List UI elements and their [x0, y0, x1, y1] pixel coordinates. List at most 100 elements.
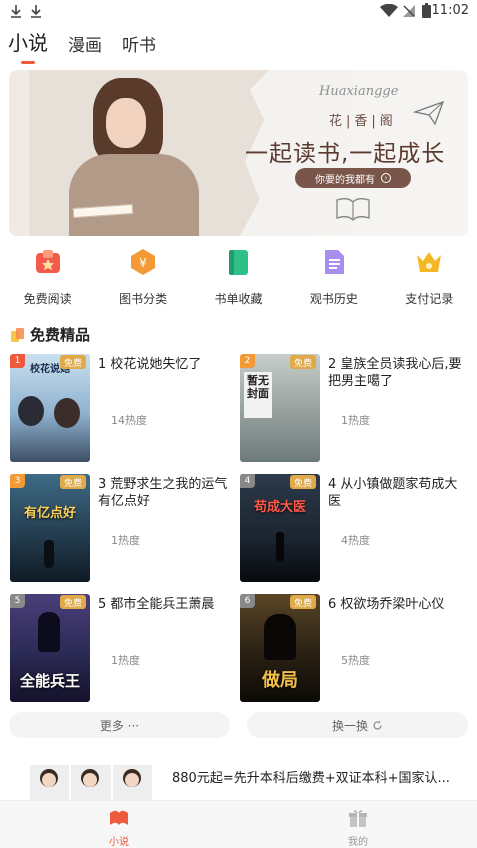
shortcut-history[interactable]: 观书历史	[289, 246, 379, 310]
rank-badge: 6	[240, 594, 255, 608]
category-icon: ¥	[127, 246, 159, 278]
nav-novel[interactable]: 小说	[79, 807, 159, 848]
cover-figure	[44, 540, 54, 568]
book-card[interactable]: 苟成大医 4 免费 4 从小镇做题家苟成大医 4热度	[240, 474, 465, 582]
ad-banner[interactable]: 880元起=先升本科后缴费+双证本科+国家认...	[0, 755, 477, 805]
shortcut-label: 书单收藏	[214, 292, 263, 306]
tab-comic[interactable]: 漫画	[68, 31, 102, 60]
ad-image	[112, 765, 152, 805]
banner-cta-label: 你要的我都有	[315, 174, 375, 186]
cover-title: 苟成大医	[253, 500, 306, 515]
status-bar: 11:02	[0, 0, 477, 24]
ad-image	[30, 765, 70, 805]
promo-banner[interactable]: Huaxiangge 花|香|阁 一起读书,一起成长 你要的我都有 ›	[9, 70, 468, 236]
section-title: 免费精品	[30, 326, 91, 344]
book-heat: 1热度	[111, 654, 140, 667]
cover-title: 有亿点好	[23, 506, 76, 521]
rank-badge: 2	[240, 354, 255, 368]
book-cover: 暂无封面 2 免费	[240, 354, 320, 462]
book-cover: 做局 6 免费	[240, 594, 320, 702]
nav-label: 我的	[348, 837, 368, 848]
banner-girl-body	[69, 154, 199, 236]
shortcut-label: 图书分类	[119, 292, 168, 306]
shortcut-row: 免费阅读 ¥ 图书分类 书单收藏 观书历史 支付记录	[0, 246, 477, 310]
shortcut-category[interactable]: ¥ 图书分类	[98, 246, 188, 310]
list-actions: 更多 ··· 换一换	[9, 712, 469, 740]
bottom-nav: 小说 我的	[0, 800, 477, 848]
book-card[interactable]: 做局 6 免费 6 权欲场乔梁叶心仪 5热度	[240, 594, 465, 702]
banner-slogan: 一起读书,一起成长	[245, 141, 446, 167]
cover-figure	[264, 614, 296, 660]
banner-girl-face	[106, 98, 146, 148]
shortcut-payment[interactable]: 支付记录	[384, 246, 474, 310]
section-marker-icon	[11, 327, 24, 342]
tab-audiobook[interactable]: 听书	[122, 31, 156, 60]
nav-label: 小说	[109, 837, 129, 848]
book-card[interactable]: 校花说她 1 免费 1 校花说她失忆了 14热度	[10, 354, 235, 462]
rank-badge: 4	[240, 474, 255, 488]
more-button[interactable]: 更多 ···	[9, 712, 230, 738]
gift-icon	[349, 810, 367, 827]
book-title: 1 校花说她失忆了	[98, 357, 202, 372]
nav-mine[interactable]: 我的	[318, 807, 398, 848]
rank-badge: 1	[10, 354, 25, 368]
book-card[interactable]: 全能兵王 5 免费 5 都市全能兵王萧晨 1热度	[10, 594, 235, 702]
shortcut-label: 免费阅读	[23, 292, 72, 306]
cover-title: 全能兵王	[19, 672, 80, 690]
more-button-label: 更多 ···	[99, 718, 140, 733]
book-heat: 1热度	[341, 414, 370, 427]
booklist-icon	[222, 246, 254, 278]
free-badge: 免费	[290, 355, 316, 369]
no-signal-icon	[403, 5, 415, 17]
banner-cta-pill[interactable]: 你要的我都有 ›	[295, 168, 411, 188]
shortcut-free-read[interactable]: 免费阅读	[3, 246, 93, 310]
book-cover: 有亿点好 3 免费	[10, 474, 90, 582]
book-cover: 校花说她 1 免费	[10, 354, 90, 462]
ad-images	[30, 765, 152, 805]
book-title: 3 荒野求生之我的运气有亿点好	[98, 477, 228, 509]
payment-icon	[413, 246, 445, 278]
free-badge: 免费	[290, 595, 316, 609]
cover-title: 暂无封面	[247, 374, 269, 400]
cover-title: 做局	[262, 670, 298, 691]
clock: 11:02	[431, 3, 469, 18]
open-book-icon	[336, 197, 370, 221]
refresh-icon	[373, 720, 382, 729]
book-heat: 1热度	[111, 534, 140, 547]
ad-image	[71, 765, 111, 805]
refresh-button[interactable]: 换一换	[247, 712, 468, 738]
tab-novel[interactable]: 小说	[8, 27, 48, 60]
battery-icon	[422, 3, 431, 18]
book-cover: 全能兵王 5 免费	[10, 594, 90, 702]
cover-figure	[38, 612, 60, 652]
paper-plane-icon	[413, 100, 445, 126]
shortcut-label: 支付记录	[405, 292, 454, 306]
book-card[interactable]: 暂无封面 2 免费 2 皇族全员读我心后,要把男主噶了 1热度	[240, 354, 465, 462]
free-badge: 免费	[60, 475, 86, 489]
cover-figure	[54, 398, 80, 428]
book-title: 4 从小镇做题家苟成大医	[328, 477, 458, 509]
free-badge: 免费	[60, 355, 86, 369]
book-heat: 5热度	[341, 654, 370, 667]
refresh-button-label: 换一换	[331, 718, 368, 733]
section-header: 免费精品	[10, 324, 90, 345]
wifi-icon	[380, 4, 398, 17]
book-heat: 4热度	[341, 534, 370, 547]
free-badge: 免费	[290, 475, 316, 489]
book-title: 2 皇族全员读我心后,要把男主噶了	[328, 357, 462, 389]
banner-script-text: Huaxiangge	[319, 84, 399, 99]
book-title: 5 都市全能兵王萧晨	[98, 597, 215, 612]
book-card[interactable]: 有亿点好 3 免费 3 荒野求生之我的运气有亿点好 1热度	[10, 474, 235, 582]
shortcut-booklist[interactable]: 书单收藏	[193, 246, 283, 310]
rank-badge: 3	[10, 474, 25, 488]
shortcut-label: 观书历史	[309, 292, 358, 306]
download-icon	[11, 5, 21, 18]
book-cover: 苟成大医 4 免费	[240, 474, 320, 582]
free-badge: 免费	[60, 595, 86, 609]
ad-text: 880元起=先升本科后缴费+双证本科+国家认...	[172, 771, 450, 786]
rank-badge: 5	[10, 594, 25, 608]
free-read-icon	[32, 246, 64, 278]
download-icon	[31, 5, 41, 18]
svg-text:¥: ¥	[139, 256, 147, 270]
book-title: 6 权欲场乔梁叶心仪	[328, 597, 445, 612]
